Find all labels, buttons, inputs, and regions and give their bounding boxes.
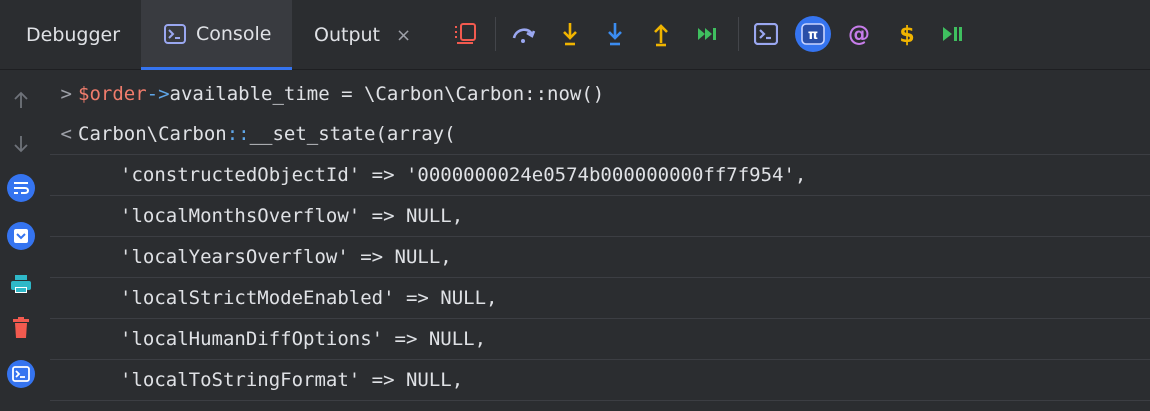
set-state-call: __set_state(array( (249, 123, 456, 145)
output-line: 'localToStringFormat' => NULL, (50, 360, 1150, 401)
soft-wrap-icon[interactable] (6, 173, 36, 203)
tab-debugger[interactable]: Debugger (26, 0, 120, 70)
input-prompt: > (60, 82, 72, 105)
console-settings-icon[interactable] (6, 359, 36, 389)
console-output[interactable]: > $order -> available_time = \Carbon\Carbo… (50, 70, 1150, 411)
output-line-text: 'localHumanDiffOptions' => NULL, (120, 328, 487, 350)
output-prompt: < (60, 123, 72, 145)
output-line-text: 'localMonthsOverflow' => NULL, (120, 205, 464, 227)
console-gutter (0, 70, 50, 411)
expression-text: available_time = \Carbon\Carbon::now() (169, 82, 605, 105)
output-line: 'localMonthsOverflow' => NULL, (50, 196, 1150, 237)
scope-operator: :: (226, 123, 250, 145)
step-over-icon[interactable] (510, 20, 538, 48)
trash-icon[interactable] (6, 313, 36, 343)
print-icon[interactable] (6, 269, 36, 299)
output-line: 'localYearsOverflow' => NULL, (50, 237, 1150, 278)
arrow-up-icon[interactable] (6, 85, 36, 115)
console-icon (164, 23, 186, 44)
svg-text:@: @ (848, 22, 870, 47)
tab-output[interactable]: Output × (314, 0, 411, 70)
variable-token: $order (78, 82, 147, 105)
output-line: 'localHumanDiffOptions' => NULL, (50, 319, 1150, 360)
run-to-cursor-icon[interactable] (693, 20, 721, 48)
layout-icon[interactable] (451, 20, 479, 48)
output-line-text: 'constructedObjectId' => '0000000024e057… (120, 164, 807, 186)
svg-text:π: π (808, 28, 818, 43)
output-line-text: 'localStrictModeEnabled' => NULL, (120, 287, 498, 309)
debug-toolbar: Debugger Console Output × π @ $ (0, 0, 1150, 70)
resume-icon[interactable] (938, 20, 966, 48)
operator-token: -> (146, 82, 170, 105)
dollar-icon[interactable]: $ (893, 20, 921, 48)
evaluate-console-icon[interactable] (752, 20, 780, 48)
tab-debugger-label: Debugger (26, 24, 121, 46)
toolbar-separator (495, 17, 496, 51)
tinker-icon[interactable]: π (795, 16, 831, 52)
arrow-down-icon[interactable] (6, 129, 36, 159)
output-line: 'constructedObjectId' => '0000000024e057… (50, 155, 1150, 196)
tab-console-label: Console (196, 22, 272, 45)
at-icon[interactable]: @ (845, 20, 873, 48)
tab-console[interactable]: Console (141, 0, 292, 70)
console-input-line: > $order -> available_time = \Carbon\Carbo… (50, 73, 1150, 114)
toolbar-separator (738, 17, 739, 51)
step-out-icon[interactable] (647, 20, 675, 48)
output-line-text: 'localToStringFormat' => NULL, (120, 369, 464, 391)
class-name: Carbon\Carbon (78, 123, 227, 145)
close-icon[interactable]: × (396, 25, 411, 46)
console-output-header: < Carbon\Carbon:: __set_state(array( (50, 114, 1150, 155)
output-line-text: 'localYearsOverflow' => NULL, (120, 246, 452, 268)
svg-text:$: $ (899, 23, 914, 47)
force-step-into-icon[interactable] (601, 20, 629, 48)
step-into-icon[interactable] (556, 20, 584, 48)
scroll-to-end-icon[interactable] (6, 221, 36, 251)
tab-output-label: Output (314, 24, 380, 46)
output-line: 'localStrictModeEnabled' => NULL, (50, 278, 1150, 319)
